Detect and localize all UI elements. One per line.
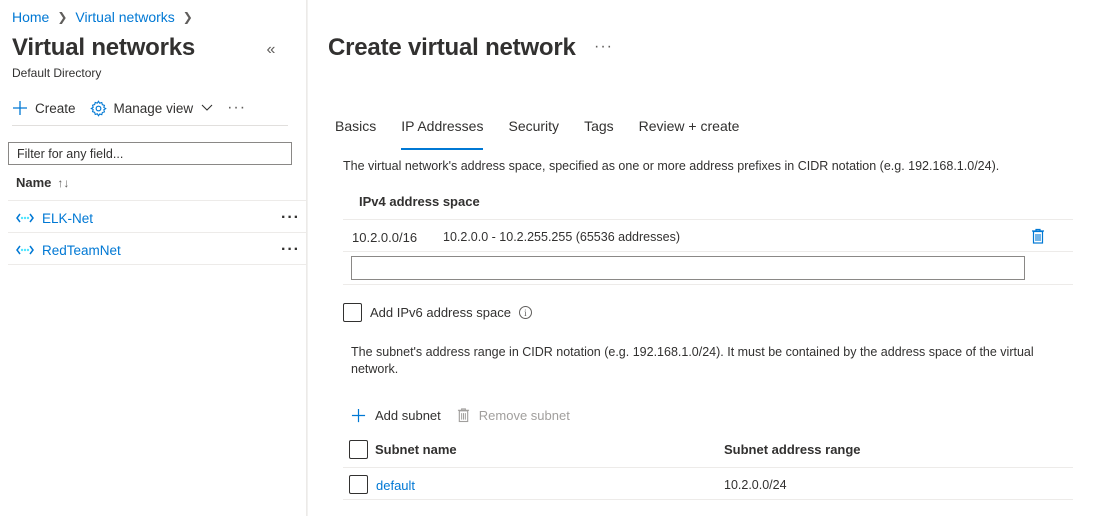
info-icon[interactable]: i bbox=[518, 306, 532, 319]
ipv6-label: Add IPv6 address space i bbox=[370, 305, 532, 320]
divider bbox=[8, 232, 306, 233]
collapse-icon[interactable]: « bbox=[262, 41, 280, 59]
tab-ip-addresses[interactable]: IP Addresses bbox=[401, 118, 484, 150]
divider bbox=[343, 251, 1073, 252]
virtual-network-icon bbox=[16, 213, 34, 223]
breadcrumb-home[interactable]: Home bbox=[12, 9, 49, 25]
subnet-description: The subnet's address range in CIDR notat… bbox=[351, 345, 1034, 376]
divider bbox=[343, 499, 1073, 500]
chevron-right-icon: ❯ bbox=[57, 10, 68, 24]
vnet-link[interactable]: RedTeamNet bbox=[42, 243, 121, 258]
divider bbox=[8, 200, 306, 201]
remove-subnet-button[interactable]: Remove subnet bbox=[457, 407, 570, 423]
tab-basics[interactable]: Basics bbox=[335, 118, 376, 144]
divider bbox=[12, 125, 288, 126]
plus-icon bbox=[13, 101, 27, 115]
create-button[interactable]: Create bbox=[12, 100, 76, 116]
address-space-description: The virtual network's address space, spe… bbox=[343, 159, 1000, 173]
left-blade-title: Virtual networks bbox=[12, 34, 196, 61]
column-header-name-label: Name bbox=[16, 175, 52, 190]
tab-tags[interactable]: Tags bbox=[584, 118, 614, 144]
ipv6-checkbox[interactable] bbox=[343, 303, 362, 322]
more-commands-icon[interactable]: ··· bbox=[227, 99, 246, 117]
command-bar: Create Manage view ··· bbox=[12, 96, 260, 120]
manage-view-button[interactable]: Manage view bbox=[89, 99, 214, 117]
list-item[interactable]: RedTeamNet ··· bbox=[16, 238, 304, 262]
subnet-name-link[interactable]: default bbox=[376, 478, 415, 493]
filter-input[interactable] bbox=[8, 142, 292, 165]
select-all-subnets-checkbox[interactable] bbox=[349, 440, 368, 459]
virtual-network-icon bbox=[16, 245, 34, 255]
address-space-input[interactable] bbox=[351, 256, 1025, 280]
address-prefix: 10.2.0.0/16 bbox=[352, 230, 418, 245]
delete-address-button[interactable] bbox=[1031, 228, 1045, 247]
divider bbox=[8, 264, 306, 265]
subnet-toolbar: Add subnet Remove subnet bbox=[351, 404, 586, 426]
trash-icon bbox=[1032, 228, 1044, 244]
ipv6-label-text: Add IPv6 address space bbox=[370, 305, 511, 320]
tab-bar: Basics IP Addresses Security Tags Review… bbox=[335, 118, 764, 150]
more-icon[interactable]: ··· bbox=[281, 241, 300, 259]
page-title: Create virtual network bbox=[328, 34, 576, 61]
chevron-down-icon bbox=[201, 104, 213, 111]
divider bbox=[343, 467, 1073, 468]
sort-icon[interactable]: ↑↓ bbox=[57, 176, 69, 190]
column-header-subnet-name: Subnet name bbox=[375, 442, 457, 457]
left-blade-subtitle: Default Directory bbox=[12, 66, 102, 80]
gear-icon bbox=[89, 99, 107, 117]
vnet-link[interactable]: ELK-Net bbox=[42, 211, 93, 226]
tab-review-create[interactable]: Review + create bbox=[639, 118, 740, 144]
trash-icon bbox=[457, 408, 469, 423]
list-item[interactable]: ELK-Net ··· bbox=[16, 206, 304, 230]
address-range: 10.2.0.0 - 10.2.255.255 (65536 addresses… bbox=[443, 230, 680, 244]
breadcrumb: Home ❯ Virtual networks ❯ bbox=[12, 8, 201, 26]
chevron-right-icon: ❯ bbox=[182, 10, 193, 24]
remove-subnet-label: Remove subnet bbox=[478, 407, 570, 423]
tab-security[interactable]: Security bbox=[508, 118, 559, 144]
divider bbox=[343, 284, 1073, 285]
add-subnet-button[interactable]: Add subnet bbox=[351, 408, 441, 423]
divider bbox=[343, 219, 1073, 220]
more-icon[interactable]: ··· bbox=[594, 38, 613, 56]
subnet-row-checkbox[interactable] bbox=[349, 475, 368, 494]
create-label: Create bbox=[35, 100, 76, 116]
ipv4-header: IPv4 address space bbox=[359, 194, 480, 209]
more-icon[interactable]: ··· bbox=[281, 209, 300, 227]
plus-icon bbox=[351, 408, 366, 422]
column-header-subnet-range: Subnet address range bbox=[724, 442, 861, 457]
subnet-address-range: 10.2.0.0/24 bbox=[724, 478, 787, 492]
breadcrumb-virtual-networks[interactable]: Virtual networks bbox=[75, 9, 174, 25]
column-header-name[interactable]: Name ↑↓ bbox=[16, 175, 69, 190]
blade-splitter bbox=[306, 0, 308, 516]
add-subnet-label: Add subnet bbox=[375, 407, 441, 423]
manage-view-label: Manage view bbox=[113, 100, 194, 116]
